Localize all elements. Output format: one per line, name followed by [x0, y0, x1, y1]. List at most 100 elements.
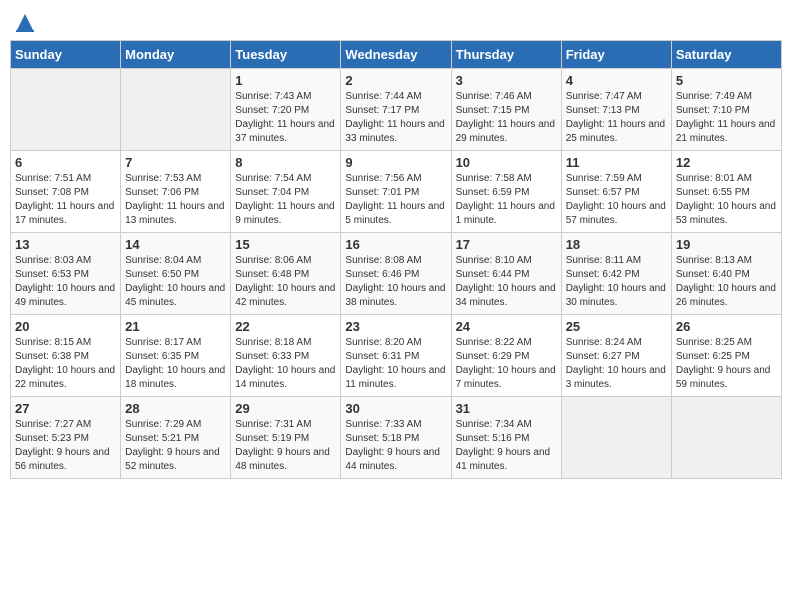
calendar-cell: 4 Sunrise: 7:47 AM Sunset: 7:13 PM Daylig…: [561, 69, 671, 151]
calendar-cell: 7 Sunrise: 7:53 AM Sunset: 7:06 PM Daylig…: [121, 151, 231, 233]
day-info: Sunrise: 7:33 AM Sunset: 5:18 PM Dayligh…: [345, 418, 446, 474]
calendar-cell: [11, 69, 121, 151]
calendar-week-row: 27 Sunrise: 7:27 AM Sunset: 5:23 PM Dayli…: [11, 397, 782, 479]
day-info: Sunrise: 7:34 AM Sunset: 5:16 PM Dayligh…: [456, 418, 557, 474]
calendar-cell: 10 Sunrise: 7:58 AM Sunset: 6:59 PM Dayli…: [451, 151, 561, 233]
calendar-cell: 5 Sunrise: 7:49 AM Sunset: 7:10 PM Daylig…: [671, 69, 781, 151]
day-number: 22: [235, 319, 336, 334]
day-number: 14: [125, 237, 226, 252]
day-number: 24: [456, 319, 557, 334]
calendar-cell: 25 Sunrise: 8:24 AM Sunset: 6:27 PM Dayli…: [561, 315, 671, 397]
day-number: 23: [345, 319, 446, 334]
calendar-cell: 15 Sunrise: 8:06 AM Sunset: 6:48 PM Dayli…: [231, 233, 341, 315]
day-number: 21: [125, 319, 226, 334]
calendar-cell: 9 Sunrise: 7:56 AM Sunset: 7:01 PM Daylig…: [341, 151, 451, 233]
day-info: Sunrise: 8:03 AM Sunset: 6:53 PM Dayligh…: [15, 254, 116, 310]
calendar-week-row: 20 Sunrise: 8:15 AM Sunset: 6:38 PM Dayli…: [11, 315, 782, 397]
calendar-cell: 13 Sunrise: 8:03 AM Sunset: 6:53 PM Dayli…: [11, 233, 121, 315]
day-info: Sunrise: 7:58 AM Sunset: 6:59 PM Dayligh…: [456, 172, 557, 228]
day-number: 20: [15, 319, 116, 334]
calendar-cell: 29Sunrise: 7:31 AM Sunset: 5:19 PM Dayli…: [231, 397, 341, 479]
logo: [16, 14, 34, 32]
calendar-table: SundayMondayTuesdayWednesdayThursdayFrid…: [10, 40, 782, 479]
day-number: 10: [456, 155, 557, 170]
weekday-header-thursday: Thursday: [451, 41, 561, 69]
day-number: 3: [456, 73, 557, 88]
calendar-body: 1Sunrise: 7:43 AM Sunset: 7:20 PM Daylig…: [11, 69, 782, 479]
calendar-cell: 1Sunrise: 7:43 AM Sunset: 7:20 PM Daylig…: [231, 69, 341, 151]
day-info: Sunrise: 7:27 AM Sunset: 5:23 PM Dayligh…: [15, 418, 116, 474]
calendar-cell: 19Sunrise: 8:13 AM Sunset: 6:40 PM Dayli…: [671, 233, 781, 315]
day-number: 25: [566, 319, 667, 334]
day-info: Sunrise: 8:22 AM Sunset: 6:29 PM Dayligh…: [456, 336, 557, 392]
calendar-cell: 27 Sunrise: 7:27 AM Sunset: 5:23 PM Dayli…: [11, 397, 121, 479]
day-number: 7: [125, 155, 226, 170]
day-number: 27: [15, 401, 116, 416]
day-info: Sunrise: 7:51 AM Sunset: 7:08 PM Dayligh…: [15, 172, 116, 228]
calendar-cell: 18Sunrise: 8:11 AM Sunset: 6:42 PM Dayli…: [561, 233, 671, 315]
day-number: 17: [456, 237, 557, 252]
day-number: 13: [15, 237, 116, 252]
calendar-cell: 8Sunrise: 7:54 AM Sunset: 7:04 PM Daylig…: [231, 151, 341, 233]
day-number: 5: [676, 73, 777, 88]
calendar-cell: 24 Sunrise: 8:22 AM Sunset: 6:29 PM Dayli…: [451, 315, 561, 397]
day-info: Sunrise: 7:44 AM Sunset: 7:17 PM Dayligh…: [345, 90, 446, 146]
calendar-cell: 21Sunrise: 8:17 AM Sunset: 6:35 PM Dayli…: [121, 315, 231, 397]
weekday-header-sunday: Sunday: [11, 41, 121, 69]
calendar-cell: 26 Sunrise: 8:25 AM Sunset: 6:25 PM Dayli…: [671, 315, 781, 397]
day-number: 31: [456, 401, 557, 416]
calendar-cell: 14 Sunrise: 8:04 AM Sunset: 6:50 PM Dayli…: [121, 233, 231, 315]
day-info: Sunrise: 7:46 AM Sunset: 7:15 PM Dayligh…: [456, 90, 557, 146]
calendar-cell: 28Sunrise: 7:29 AM Sunset: 5:21 PM Dayli…: [121, 397, 231, 479]
day-info: Sunrise: 7:56 AM Sunset: 7:01 PM Dayligh…: [345, 172, 446, 228]
day-number: 9: [345, 155, 446, 170]
day-info: Sunrise: 8:15 AM Sunset: 6:38 PM Dayligh…: [15, 336, 116, 392]
calendar-cell: 17 Sunrise: 8:10 AM Sunset: 6:44 PM Dayli…: [451, 233, 561, 315]
weekday-header-wednesday: Wednesday: [341, 41, 451, 69]
day-info: Sunrise: 8:18 AM Sunset: 6:33 PM Dayligh…: [235, 336, 336, 392]
day-number: 30: [345, 401, 446, 416]
calendar-header: SundayMondayTuesdayWednesdayThursdayFrid…: [11, 41, 782, 69]
day-info: Sunrise: 7:53 AM Sunset: 7:06 PM Dayligh…: [125, 172, 226, 228]
day-info: Sunrise: 8:01 AM Sunset: 6:55 PM Dayligh…: [676, 172, 777, 228]
day-info: Sunrise: 7:49 AM Sunset: 7:10 PM Dayligh…: [676, 90, 777, 146]
calendar-cell: 23Sunrise: 8:20 AM Sunset: 6:31 PM Dayli…: [341, 315, 451, 397]
weekday-header-saturday: Saturday: [671, 41, 781, 69]
calendar-week-row: 6Sunrise: 7:51 AM Sunset: 7:08 PM Daylig…: [11, 151, 782, 233]
calendar-cell: 12 Sunrise: 8:01 AM Sunset: 6:55 PM Dayli…: [671, 151, 781, 233]
day-info: Sunrise: 7:59 AM Sunset: 6:57 PM Dayligh…: [566, 172, 667, 228]
weekday-header-monday: Monday: [121, 41, 231, 69]
day-info: Sunrise: 8:24 AM Sunset: 6:27 PM Dayligh…: [566, 336, 667, 392]
calendar-cell: 31 Sunrise: 7:34 AM Sunset: 5:16 PM Dayli…: [451, 397, 561, 479]
day-info: Sunrise: 7:31 AM Sunset: 5:19 PM Dayligh…: [235, 418, 336, 474]
day-number: 19: [676, 237, 777, 252]
calendar-cell: 3 Sunrise: 7:46 AM Sunset: 7:15 PM Daylig…: [451, 69, 561, 151]
calendar-cell: [121, 69, 231, 151]
page-header: [10, 10, 782, 36]
day-info: Sunrise: 8:06 AM Sunset: 6:48 PM Dayligh…: [235, 254, 336, 310]
calendar-cell: 11 Sunrise: 7:59 AM Sunset: 6:57 PM Dayli…: [561, 151, 671, 233]
day-info: Sunrise: 8:25 AM Sunset: 6:25 PM Dayligh…: [676, 336, 777, 392]
calendar-cell: 20 Sunrise: 8:15 AM Sunset: 6:38 PM Dayli…: [11, 315, 121, 397]
calendar-week-row: 1Sunrise: 7:43 AM Sunset: 7:20 PM Daylig…: [11, 69, 782, 151]
day-number: 12: [676, 155, 777, 170]
day-info: Sunrise: 8:08 AM Sunset: 6:46 PM Dayligh…: [345, 254, 446, 310]
calendar-cell: 30 Sunrise: 7:33 AM Sunset: 5:18 PM Dayli…: [341, 397, 451, 479]
calendar-cell: [671, 397, 781, 479]
calendar-cell: 6Sunrise: 7:51 AM Sunset: 7:08 PM Daylig…: [11, 151, 121, 233]
day-info: Sunrise: 7:47 AM Sunset: 7:13 PM Dayligh…: [566, 90, 667, 146]
day-info: Sunrise: 8:10 AM Sunset: 6:44 PM Dayligh…: [456, 254, 557, 310]
weekday-header-friday: Friday: [561, 41, 671, 69]
day-info: Sunrise: 8:04 AM Sunset: 6:50 PM Dayligh…: [125, 254, 226, 310]
calendar-week-row: 13 Sunrise: 8:03 AM Sunset: 6:53 PM Dayli…: [11, 233, 782, 315]
calendar-cell: 2 Sunrise: 7:44 AM Sunset: 7:17 PM Daylig…: [341, 69, 451, 151]
day-number: 2: [345, 73, 446, 88]
day-number: 15: [235, 237, 336, 252]
day-number: 4: [566, 73, 667, 88]
day-info: Sunrise: 7:54 AM Sunset: 7:04 PM Dayligh…: [235, 172, 336, 228]
day-info: Sunrise: 7:43 AM Sunset: 7:20 PM Dayligh…: [235, 90, 336, 146]
day-number: 26: [676, 319, 777, 334]
day-number: 18: [566, 237, 667, 252]
calendar-cell: [561, 397, 671, 479]
day-number: 11: [566, 155, 667, 170]
